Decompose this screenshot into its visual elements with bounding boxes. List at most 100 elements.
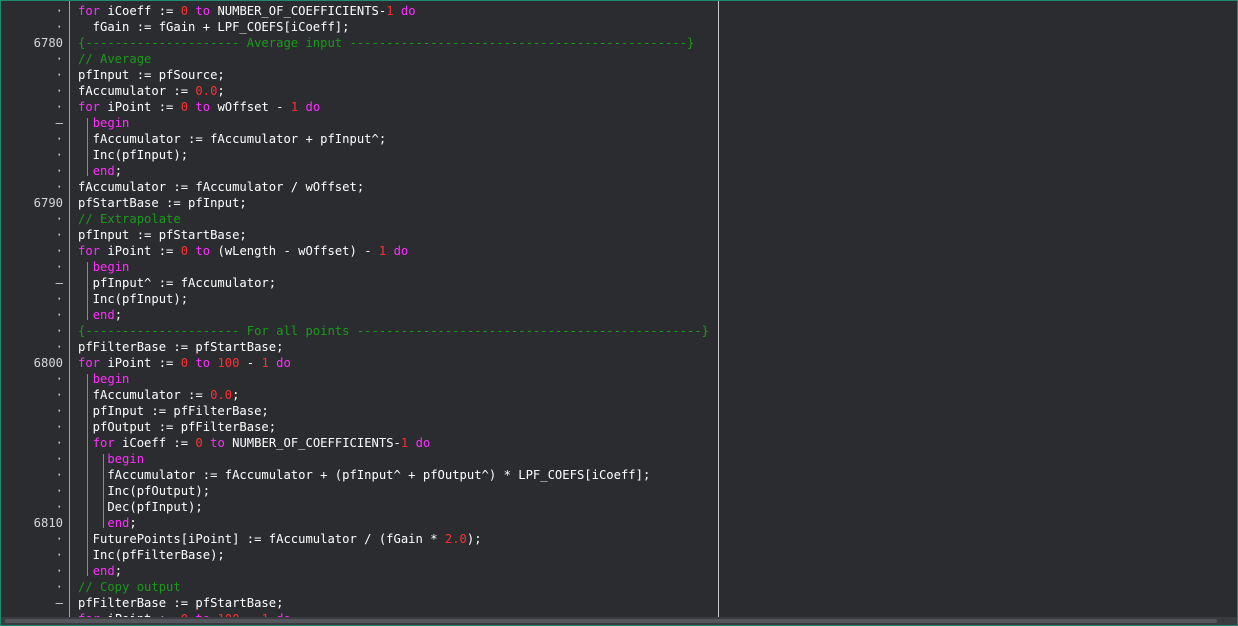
gutter-marker: · bbox=[55, 100, 63, 114]
fold-toggle-icon[interactable]: – bbox=[1, 115, 63, 131]
code-line[interactable]: pfOutput := pfFilterBase; bbox=[78, 419, 276, 435]
code-line[interactable]: Inc(pfOutput); bbox=[78, 483, 210, 499]
keyword-token: for bbox=[78, 4, 101, 18]
block-guide bbox=[103, 454, 105, 528]
code-token: iCoeff := bbox=[114, 436, 196, 450]
number-token: 2.0 bbox=[444, 532, 467, 546]
gutter-marker: · bbox=[55, 452, 63, 466]
code-token: ; bbox=[114, 308, 123, 322]
code-line[interactable]: {--------------------- For all points --… bbox=[78, 323, 709, 339]
gutter-marker: · bbox=[55, 500, 63, 514]
fold-toggle-icon[interactable]: – bbox=[1, 595, 63, 611]
code-token: pfOutput := pfFilterBase; bbox=[78, 420, 277, 434]
code-line[interactable]: Dec(pfInput); bbox=[78, 499, 203, 515]
line-number-gutter[interactable]: · · 6780 · · · · – · · · · 6790 · · · · – · · · · 6800 · · · · · · · ·… bbox=[1, 1, 69, 625]
block-guide bbox=[87, 374, 88, 576]
number-token: 0.0 bbox=[195, 84, 218, 98]
code-line[interactable]: fAccumulator := fAccumulator + (pfInput^… bbox=[78, 467, 650, 483]
code-line[interactable]: end; bbox=[78, 307, 122, 323]
gutter-marker: · bbox=[55, 4, 63, 18]
gutter-marker: · bbox=[55, 564, 63, 578]
code-line[interactable]: fAccumulator := 0.0; bbox=[78, 387, 240, 403]
code-line[interactable]: fGain := fGain + LPF_COEFS[iCoeff]; bbox=[78, 19, 350, 35]
code-line[interactable]: end; bbox=[78, 563, 122, 579]
code-line[interactable]: begin bbox=[78, 371, 130, 387]
code-line[interactable]: Inc(pfFilterBase); bbox=[78, 547, 225, 563]
code-token: iPoint := bbox=[100, 244, 181, 258]
code-line[interactable]: // Average bbox=[78, 51, 151, 67]
code-line[interactable]: fAccumulator := fAccumulator / wOffset; bbox=[78, 179, 364, 195]
code-token: fGain := fGain + LPF_COEFS[iCoeff]; bbox=[78, 20, 350, 34]
code-line[interactable]: {--------------------- Average input ---… bbox=[78, 35, 694, 51]
code-line[interactable]: pfInput := pfSource; bbox=[78, 67, 225, 83]
gutter-marker: · bbox=[55, 548, 63, 562]
number-token: 0 bbox=[180, 4, 189, 18]
comment-token: // Average bbox=[78, 52, 152, 66]
code-token: ); bbox=[466, 532, 482, 546]
code-line[interactable]: end; bbox=[78, 163, 122, 179]
gutter-marker: · bbox=[55, 68, 63, 82]
code-line[interactable]: begin bbox=[78, 115, 130, 131]
code-line[interactable]: pfFilterBase := pfStartBase; bbox=[78, 339, 283, 355]
code-line[interactable]: pfInput := pfFilterBase; bbox=[78, 403, 269, 419]
keyword-token: to bbox=[195, 100, 211, 114]
gutter-marker: · bbox=[55, 132, 63, 146]
code-line[interactable]: for iPoint := 0 to 100 - 1 do bbox=[78, 355, 291, 371]
keyword-token: end bbox=[92, 308, 115, 322]
code-line[interactable]: Inc(pfInput); bbox=[78, 291, 188, 307]
code-line[interactable]: pfStartBase := pfInput; bbox=[78, 195, 247, 211]
code-line[interactable]: for iPoint := 0 to wOffset - 1 do bbox=[78, 99, 320, 115]
code-line[interactable]: // Extrapolate bbox=[78, 211, 181, 227]
code-line[interactable]: FuturePoints[iPoint] := fAccumulator / (… bbox=[78, 531, 482, 547]
code-token: ; bbox=[232, 388, 240, 402]
keyword-token: do bbox=[400, 4, 416, 18]
code-token: pfFilterBase := pfStartBase; bbox=[78, 596, 284, 610]
gutter-marker: · bbox=[55, 292, 63, 306]
keyword-token: do bbox=[393, 244, 409, 258]
code-token: pfFilterBase := pfStartBase; bbox=[78, 340, 284, 354]
code-line[interactable]: for iPoint := 0 to (wLength - wOffset) -… bbox=[78, 243, 408, 259]
keyword-token: to bbox=[195, 4, 211, 18]
comment-token: // Copy output bbox=[78, 580, 181, 594]
vertical-scrollbar[interactable] bbox=[1219, 1, 1237, 617]
gutter-marker: · bbox=[55, 260, 63, 274]
gutter-marker: · bbox=[55, 484, 63, 498]
keyword-token: begin bbox=[92, 116, 130, 130]
code-token: fAccumulator := fAccumulator + pfInput^; bbox=[78, 132, 387, 146]
code-line[interactable]: pfInput^ := fAccumulator; bbox=[78, 275, 276, 291]
right-margin-line bbox=[718, 1, 719, 625]
code-token: pfInput := pfStartBase; bbox=[78, 228, 247, 242]
code-token: Dec(pfInput); bbox=[78, 500, 203, 514]
code-line[interactable]: for iCoeff := 0 to NUMBER_OF_COEFFICIENT… bbox=[78, 3, 416, 19]
code-line[interactable]: begin bbox=[78, 259, 130, 275]
code-token: pfInput := pfSource; bbox=[78, 68, 225, 82]
keyword-token: do bbox=[415, 436, 431, 450]
gutter-marker: · bbox=[55, 148, 63, 162]
code-line[interactable]: for iCoeff := 0 to NUMBER_OF_COEFFICIENT… bbox=[78, 435, 431, 451]
code-line[interactable]: fAccumulator := fAccumulator + pfInput^; bbox=[78, 131, 387, 147]
code-line[interactable]: fAccumulator := 0.0; bbox=[78, 83, 225, 99]
horizontal-scrollbar[interactable] bbox=[1, 617, 1237, 625]
code-line[interactable]: Inc(pfInput); bbox=[78, 147, 188, 163]
gutter-marker: · bbox=[55, 52, 63, 66]
horizontal-scrollbar-thumb[interactable] bbox=[5, 619, 1217, 623]
number-token: 0 bbox=[180, 244, 189, 258]
code-token: NUMBER_OF_COEFFICIENTS- bbox=[224, 436, 401, 450]
code-editor[interactable]: · · 6780 · · · · – · · · · 6790 · · · · – · · · · 6800 · · · · · · · ·… bbox=[0, 0, 1238, 626]
code-line[interactable]: pfInput := pfStartBase; bbox=[78, 227, 247, 243]
code-line[interactable]: // Copy output bbox=[78, 579, 181, 595]
code-token: iPoint := bbox=[100, 356, 181, 370]
fold-toggle-icon[interactable]: – bbox=[1, 275, 63, 291]
gutter-marker: · bbox=[55, 420, 63, 434]
line-number: 6780 bbox=[33, 36, 63, 50]
code-area[interactable]: for iCoeff := 0 to NUMBER_OF_COEFFICIENT… bbox=[78, 1, 1218, 625]
gutter-marker: · bbox=[55, 324, 63, 338]
gutter-marker: · bbox=[55, 180, 63, 194]
code-line[interactable]: pfFilterBase := pfStartBase; bbox=[78, 595, 283, 611]
